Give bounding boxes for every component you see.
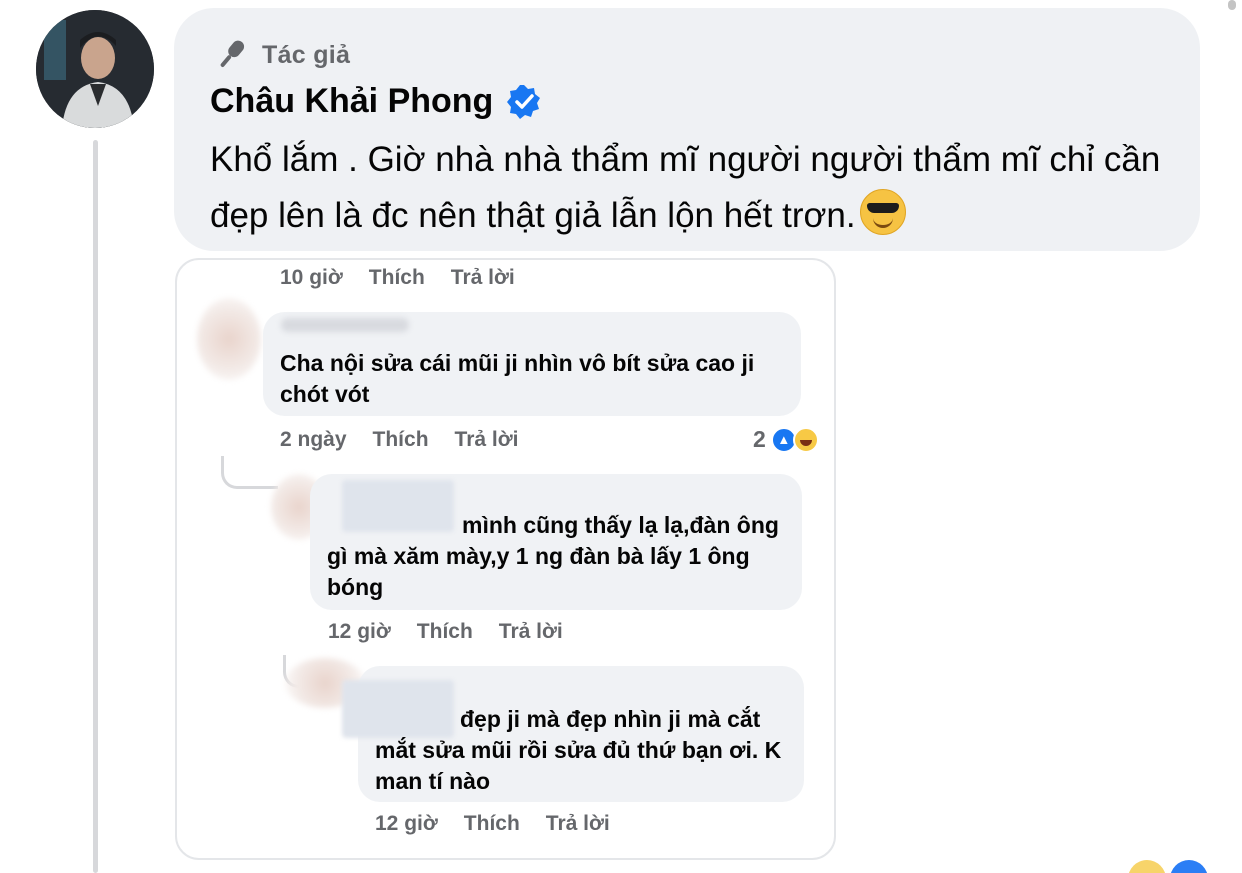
reply-2-meta: 12 giờ Thích Trả lời	[375, 812, 610, 836]
reply-link[interactable]: Trả lời	[546, 812, 610, 836]
page: Tác giả Châu Khải Phong Khổ lắm . Giờ nh…	[0, 0, 1242, 873]
like-reaction-icon	[1170, 860, 1208, 873]
scrollbar[interactable]	[1228, 0, 1236, 10]
author-name-row: Châu Khải Phong	[210, 82, 543, 121]
comment-1-reactions[interactable]: 2 ▲	[753, 426, 819, 453]
reply-1-meta: 12 giờ Thích Trả lời	[328, 620, 563, 644]
author-name[interactable]: Châu Khải Phong	[210, 82, 493, 121]
comment-time: 12 giờ	[328, 620, 391, 643]
reply-1-text: mình cũng thấy lạ lạ,đàn ông gì mà xăm m…	[327, 512, 779, 600]
author-badge: Tác giả	[212, 36, 350, 74]
blurred-name	[281, 318, 409, 332]
author-avatar[interactable]	[36, 10, 154, 128]
reply-link[interactable]: Trả lời	[499, 620, 563, 644]
comment-1-text: Cha nội sửa cái mũi ji nhìn vô bít sửa c…	[280, 350, 755, 407]
haha-reaction-icon	[1128, 860, 1166, 873]
like-link[interactable]: Thích	[369, 266, 425, 290]
comment-time: 12 giờ	[375, 812, 438, 835]
microphone-icon	[220, 40, 245, 67]
like-link[interactable]: Thích	[373, 428, 429, 452]
thread-connector	[221, 456, 278, 489]
like-link[interactable]: Thích	[417, 620, 473, 644]
avatar-portrait	[36, 10, 154, 128]
comment-time: 10 giờ	[280, 266, 343, 289]
comment-time: 2 ngày	[280, 428, 347, 451]
embedded-comment-screenshot: 10 giờ Thích Trả lời Cha nội sửa cái mũi…	[175, 258, 836, 860]
reply-link[interactable]: Trả lời	[451, 266, 515, 290]
sunglasses-emoji-icon	[859, 189, 906, 235]
reaction-count: 2	[753, 426, 766, 452]
reply-1-bubble: mình cũng thấy lạ lạ,đàn ông gì mà xăm m…	[310, 474, 802, 610]
reply-link[interactable]: Trả lời	[455, 428, 519, 452]
author-comment-bubble: Tác giả Châu Khải Phong Khổ lắm . Giờ nh…	[174, 8, 1200, 251]
reply-2-text: đẹp ji mà đẹp nhìn ji mà cắt mắt sửa mũi…	[375, 706, 782, 794]
like-link[interactable]: Thích	[464, 812, 520, 836]
thread-line	[93, 140, 98, 873]
author-badge-label: Tác giả	[262, 40, 351, 69]
author-comment-body: Khổ lắm . Giờ nhà nhà thẩm mĩ người ngườ…	[210, 140, 1161, 235]
reply-2-bubble: đẹp ji mà đẹp nhìn ji mà cắt mắt sửa mũi…	[342, 666, 804, 802]
verified-badge-icon	[507, 84, 541, 119]
haha-reaction-icon	[792, 426, 819, 453]
top-comment-meta: 10 giờ Thích Trả lời	[280, 266, 515, 290]
comment-1-meta: 2 ngày Thích Trả lời	[280, 428, 519, 452]
blurred-avatar	[197, 298, 261, 380]
comment-1-bubble: Cha nội sửa cái mũi ji nhìn vô bít sửa c…	[263, 312, 801, 416]
author-comment-text: Khổ lắm . Giờ nhà nhà thẩm mĩ người ngườ…	[210, 132, 1170, 244]
